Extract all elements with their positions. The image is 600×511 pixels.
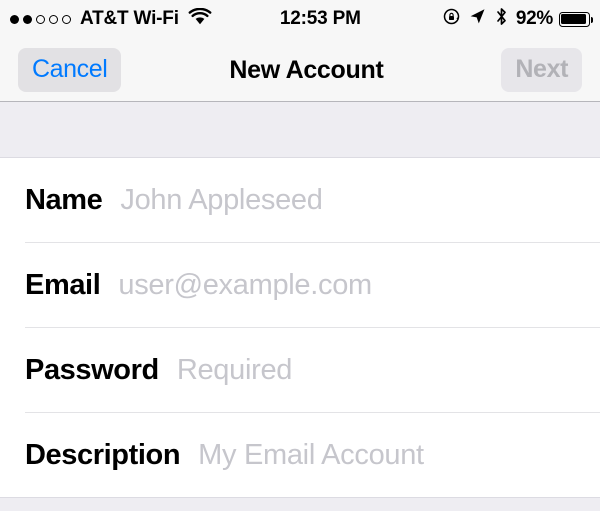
bluetooth-icon xyxy=(495,7,508,31)
form-content: Name Email Password Description xyxy=(0,102,600,511)
navigation-bar: Cancel New Account Next xyxy=(0,38,600,102)
clock-label: 12:53 PM xyxy=(279,8,361,29)
status-bar-left: AT&T Wi-Fi xyxy=(10,7,212,31)
wifi-icon xyxy=(188,7,212,31)
next-button[interactable]: Next xyxy=(501,48,582,92)
row-separator xyxy=(0,497,600,498)
signal-dot-5 xyxy=(62,14,71,24)
status-bar-right: 92% xyxy=(443,7,593,31)
signal-dot-3 xyxy=(36,14,45,24)
cellular-signal-dots-icon xyxy=(10,14,71,24)
email-input[interactable] xyxy=(118,269,600,302)
signal-dot-4 xyxy=(49,14,58,24)
rotation-lock-icon xyxy=(443,8,460,30)
form-row-email[interactable]: Email xyxy=(0,243,600,328)
location-arrow-icon xyxy=(469,8,486,30)
iphone-screen: AT&T Wi-Fi 12:53 PM 92% Cancel New Accou… xyxy=(0,0,600,511)
signal-dot-2 xyxy=(23,14,32,24)
battery-percent-label: 92% xyxy=(515,8,553,29)
form-row-name[interactable]: Name xyxy=(0,158,600,243)
form-row-description[interactable]: Description xyxy=(0,413,600,498)
bottom-section-spacer xyxy=(0,498,600,511)
battery-fill xyxy=(561,13,586,25)
password-label: Password xyxy=(25,354,159,386)
new-account-form: Name Email Password Description xyxy=(0,158,600,498)
battery-icon xyxy=(559,11,593,27)
password-input[interactable] xyxy=(176,354,600,387)
cancel-button[interactable]: Cancel xyxy=(18,48,122,92)
signal-dot-1 xyxy=(10,14,19,24)
status-bar-center: 12:53 PM xyxy=(212,8,443,30)
name-input[interactable] xyxy=(120,184,600,217)
name-label: Name xyxy=(25,184,103,216)
carrier-label: AT&T Wi-Fi xyxy=(80,8,179,29)
section-spacer xyxy=(0,102,600,158)
description-input[interactable] xyxy=(198,439,600,472)
email-label: Email xyxy=(25,269,101,301)
battery-cap xyxy=(590,16,593,23)
description-label: Description xyxy=(25,439,181,471)
status-bar: AT&T Wi-Fi 12:53 PM 92% xyxy=(0,0,600,38)
form-row-password[interactable]: Password xyxy=(0,328,600,413)
page-title: New Account xyxy=(229,55,384,84)
